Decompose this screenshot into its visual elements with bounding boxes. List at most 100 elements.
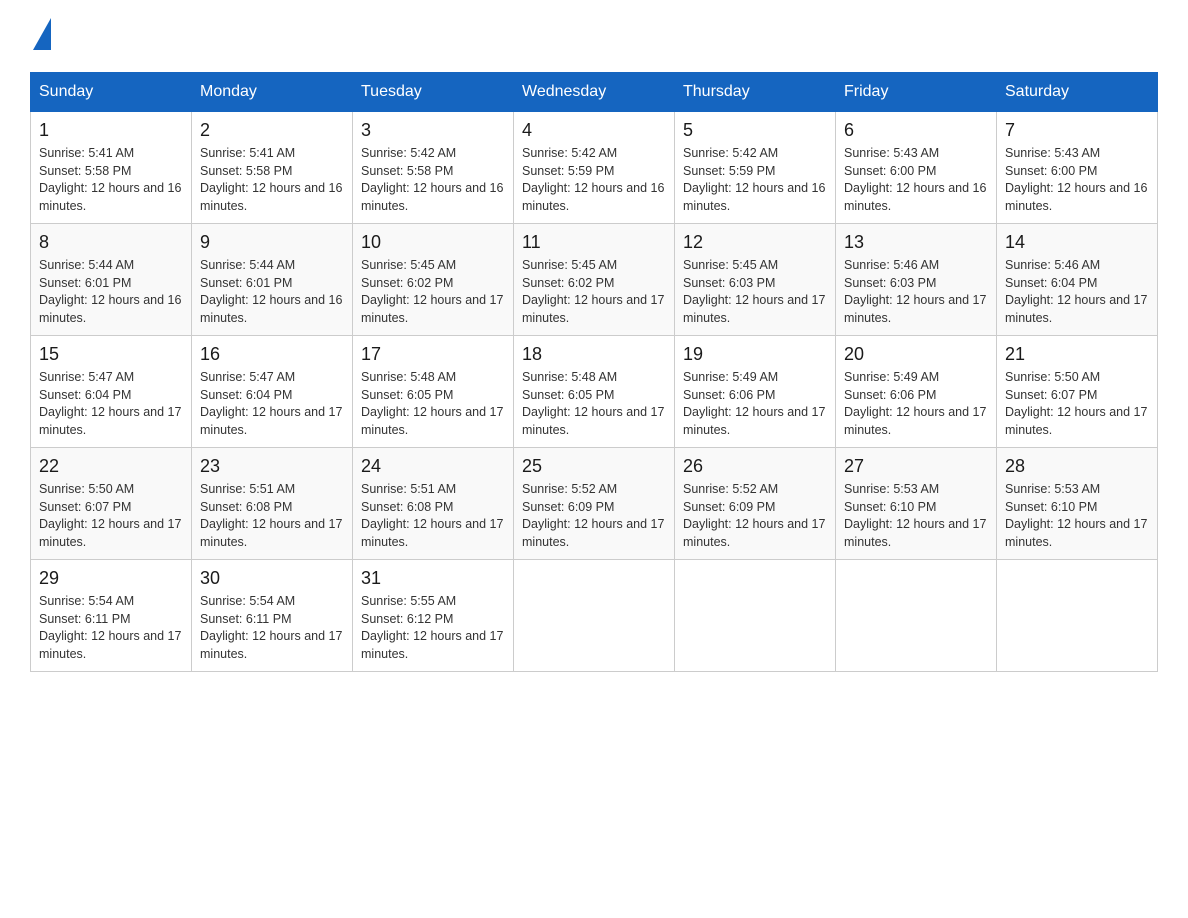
page-header [30,20,1158,52]
day-number: 7 [1005,120,1149,141]
calendar-cell: 30 Sunrise: 5:54 AM Sunset: 6:11 PM Dayl… [192,560,353,672]
calendar-cell [997,560,1158,672]
day-info: Sunrise: 5:47 AM Sunset: 6:04 PM Dayligh… [200,369,344,439]
day-number: 30 [200,568,344,589]
day-number: 13 [844,232,988,253]
calendar-cell: 8 Sunrise: 5:44 AM Sunset: 6:01 PM Dayli… [31,224,192,336]
calendar-cell: 26 Sunrise: 5:52 AM Sunset: 6:09 PM Dayl… [675,448,836,560]
calendar-cell: 27 Sunrise: 5:53 AM Sunset: 6:10 PM Dayl… [836,448,997,560]
column-header-saturday: Saturday [997,73,1158,112]
day-info: Sunrise: 5:42 AM Sunset: 5:59 PM Dayligh… [522,145,666,215]
day-number: 22 [39,456,183,477]
week-row-2: 8 Sunrise: 5:44 AM Sunset: 6:01 PM Dayli… [31,224,1158,336]
calendar-cell: 14 Sunrise: 5:46 AM Sunset: 6:04 PM Dayl… [997,224,1158,336]
calendar-table: SundayMondayTuesdayWednesdayThursdayFrid… [30,72,1158,672]
calendar-cell: 17 Sunrise: 5:48 AM Sunset: 6:05 PM Dayl… [353,336,514,448]
calendar-cell: 5 Sunrise: 5:42 AM Sunset: 5:59 PM Dayli… [675,112,836,224]
day-number: 29 [39,568,183,589]
day-number: 12 [683,232,827,253]
calendar-cell [836,560,997,672]
column-header-friday: Friday [836,73,997,112]
calendar-cell: 23 Sunrise: 5:51 AM Sunset: 6:08 PM Dayl… [192,448,353,560]
calendar-cell: 4 Sunrise: 5:42 AM Sunset: 5:59 PM Dayli… [514,112,675,224]
day-number: 3 [361,120,505,141]
calendar-cell: 2 Sunrise: 5:41 AM Sunset: 5:58 PM Dayli… [192,112,353,224]
day-number: 14 [1005,232,1149,253]
calendar-cell: 18 Sunrise: 5:48 AM Sunset: 6:05 PM Dayl… [514,336,675,448]
day-number: 2 [200,120,344,141]
calendar-cell: 24 Sunrise: 5:51 AM Sunset: 6:08 PM Dayl… [353,448,514,560]
day-number: 28 [1005,456,1149,477]
day-number: 21 [1005,344,1149,365]
day-number: 18 [522,344,666,365]
day-info: Sunrise: 5:48 AM Sunset: 6:05 PM Dayligh… [361,369,505,439]
day-info: Sunrise: 5:43 AM Sunset: 6:00 PM Dayligh… [844,145,988,215]
week-row-5: 29 Sunrise: 5:54 AM Sunset: 6:11 PM Dayl… [31,560,1158,672]
day-info: Sunrise: 5:54 AM Sunset: 6:11 PM Dayligh… [39,593,183,663]
calendar-cell: 12 Sunrise: 5:45 AM Sunset: 6:03 PM Dayl… [675,224,836,336]
calendar-cell: 1 Sunrise: 5:41 AM Sunset: 5:58 PM Dayli… [31,112,192,224]
week-row-1: 1 Sunrise: 5:41 AM Sunset: 5:58 PM Dayli… [31,112,1158,224]
day-info: Sunrise: 5:52 AM Sunset: 6:09 PM Dayligh… [683,481,827,551]
day-info: Sunrise: 5:46 AM Sunset: 6:03 PM Dayligh… [844,257,988,327]
day-number: 5 [683,120,827,141]
calendar-cell: 13 Sunrise: 5:46 AM Sunset: 6:03 PM Dayl… [836,224,997,336]
day-info: Sunrise: 5:53 AM Sunset: 6:10 PM Dayligh… [1005,481,1149,551]
calendar-cell: 9 Sunrise: 5:44 AM Sunset: 6:01 PM Dayli… [192,224,353,336]
calendar-cell: 15 Sunrise: 5:47 AM Sunset: 6:04 PM Dayl… [31,336,192,448]
day-info: Sunrise: 5:42 AM Sunset: 5:58 PM Dayligh… [361,145,505,215]
day-info: Sunrise: 5:51 AM Sunset: 6:08 PM Dayligh… [361,481,505,551]
day-info: Sunrise: 5:53 AM Sunset: 6:10 PM Dayligh… [844,481,988,551]
day-number: 15 [39,344,183,365]
day-number: 31 [361,568,505,589]
day-number: 4 [522,120,666,141]
calendar-cell [514,560,675,672]
week-row-4: 22 Sunrise: 5:50 AM Sunset: 6:07 PM Dayl… [31,448,1158,560]
day-info: Sunrise: 5:44 AM Sunset: 6:01 PM Dayligh… [39,257,183,327]
day-number: 16 [200,344,344,365]
day-info: Sunrise: 5:49 AM Sunset: 6:06 PM Dayligh… [683,369,827,439]
day-info: Sunrise: 5:47 AM Sunset: 6:04 PM Dayligh… [39,369,183,439]
day-info: Sunrise: 5:54 AM Sunset: 6:11 PM Dayligh… [200,593,344,663]
week-row-3: 15 Sunrise: 5:47 AM Sunset: 6:04 PM Dayl… [31,336,1158,448]
day-number: 25 [522,456,666,477]
day-info: Sunrise: 5:45 AM Sunset: 6:03 PM Dayligh… [683,257,827,327]
calendar-cell: 3 Sunrise: 5:42 AM Sunset: 5:58 PM Dayli… [353,112,514,224]
calendar-cell: 10 Sunrise: 5:45 AM Sunset: 6:02 PM Dayl… [353,224,514,336]
logo [30,20,51,52]
day-number: 6 [844,120,988,141]
day-info: Sunrise: 5:50 AM Sunset: 6:07 PM Dayligh… [39,481,183,551]
calendar-cell: 7 Sunrise: 5:43 AM Sunset: 6:00 PM Dayli… [997,112,1158,224]
calendar-cell: 29 Sunrise: 5:54 AM Sunset: 6:11 PM Dayl… [31,560,192,672]
day-number: 11 [522,232,666,253]
calendar-cell: 20 Sunrise: 5:49 AM Sunset: 6:06 PM Dayl… [836,336,997,448]
day-info: Sunrise: 5:41 AM Sunset: 5:58 PM Dayligh… [39,145,183,215]
day-info: Sunrise: 5:45 AM Sunset: 6:02 PM Dayligh… [361,257,505,327]
day-number: 8 [39,232,183,253]
calendar-cell: 22 Sunrise: 5:50 AM Sunset: 6:07 PM Dayl… [31,448,192,560]
day-number: 17 [361,344,505,365]
day-number: 9 [200,232,344,253]
day-info: Sunrise: 5:50 AM Sunset: 6:07 PM Dayligh… [1005,369,1149,439]
column-header-sunday: Sunday [31,73,192,112]
day-info: Sunrise: 5:42 AM Sunset: 5:59 PM Dayligh… [683,145,827,215]
day-info: Sunrise: 5:44 AM Sunset: 6:01 PM Dayligh… [200,257,344,327]
column-header-wednesday: Wednesday [514,73,675,112]
day-number: 10 [361,232,505,253]
day-number: 1 [39,120,183,141]
day-info: Sunrise: 5:43 AM Sunset: 6:00 PM Dayligh… [1005,145,1149,215]
calendar-header-row: SundayMondayTuesdayWednesdayThursdayFrid… [31,73,1158,112]
day-number: 19 [683,344,827,365]
calendar-cell: 28 Sunrise: 5:53 AM Sunset: 6:10 PM Dayl… [997,448,1158,560]
calendar-cell: 11 Sunrise: 5:45 AM Sunset: 6:02 PM Dayl… [514,224,675,336]
day-info: Sunrise: 5:52 AM Sunset: 6:09 PM Dayligh… [522,481,666,551]
day-info: Sunrise: 5:55 AM Sunset: 6:12 PM Dayligh… [361,593,505,663]
day-number: 23 [200,456,344,477]
calendar-cell: 19 Sunrise: 5:49 AM Sunset: 6:06 PM Dayl… [675,336,836,448]
day-number: 26 [683,456,827,477]
day-number: 20 [844,344,988,365]
column-header-tuesday: Tuesday [353,73,514,112]
day-info: Sunrise: 5:46 AM Sunset: 6:04 PM Dayligh… [1005,257,1149,327]
day-info: Sunrise: 5:41 AM Sunset: 5:58 PM Dayligh… [200,145,344,215]
calendar-cell: 31 Sunrise: 5:55 AM Sunset: 6:12 PM Dayl… [353,560,514,672]
